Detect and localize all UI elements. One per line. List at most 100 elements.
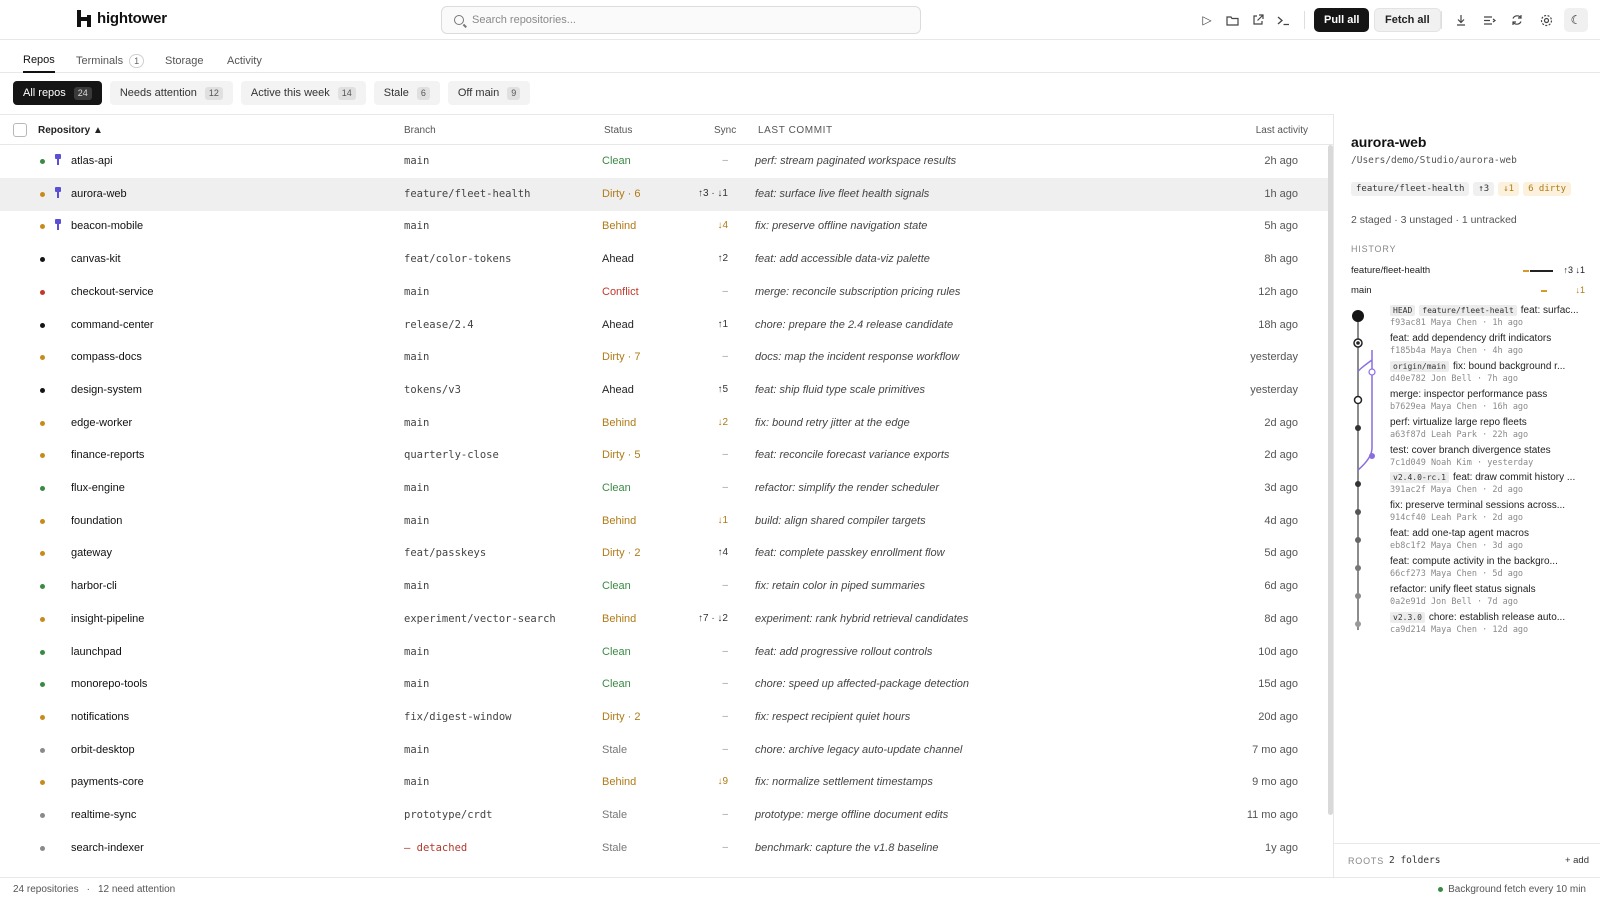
last-activity: yesterday — [1250, 351, 1298, 364]
commit-item[interactable]: perf: virtualize large repo fleets a63f87… — [1390, 417, 1590, 440]
search-box[interactable] — [441, 6, 921, 34]
filter-chip[interactable]: Off main 9 — [447, 81, 531, 105]
play-icon[interactable]: ▷ — [1199, 12, 1215, 28]
table-row[interactable]: notifications fix/digest-window Dirty · 2 –… — [0, 701, 1328, 734]
table-row[interactable]: monorepo-tools main Clean – chore: speed up … — [0, 668, 1328, 701]
repo-name[interactable]: notifications — [71, 711, 129, 723]
column-status[interactable]: Status — [604, 125, 632, 136]
pin-icon[interactable] — [54, 186, 62, 201]
commit-item[interactable]: origin/main fix: bound background r... d40… — [1390, 360, 1590, 384]
panel-change-counts: 2 staged · 3 unstaged · 1 untracked — [1351, 214, 1517, 226]
folder-icon[interactable] — [1224, 12, 1240, 28]
commit-item[interactable]: fix: preserve terminal sessions across..… — [1390, 500, 1590, 523]
repo-name[interactable]: monorepo-tools — [71, 678, 147, 690]
repo-name[interactable]: design-system — [71, 384, 142, 396]
history-branch-main[interactable]: main ↓1 — [1351, 285, 1585, 296]
commit-item[interactable]: refactor: unify fleet status signals 0a2e… — [1390, 584, 1590, 607]
external-link-icon[interactable] — [1250, 12, 1266, 28]
tab-terminals[interactable]: Terminals 1 — [76, 49, 145, 73]
commit-item[interactable]: merge: inspector performance pass b7629ea… — [1390, 389, 1590, 412]
table-row[interactable]: canvas-kit feat/color-tokens Ahead ↑2 feat: … — [0, 243, 1328, 276]
repo-name[interactable]: flux-engine — [71, 482, 125, 494]
pull-all-button[interactable]: Pull all — [1314, 8, 1370, 32]
repo-name[interactable]: edge-worker — [71, 417, 132, 429]
filter-chip[interactable]: Stale 6 — [373, 81, 440, 105]
table-row[interactable]: aurora-web feature/fleet-health Dirty · 6 ↑… — [0, 177, 1328, 211]
history-branch-feature[interactable]: feature/fleet-health ↑3 ↓1 — [1351, 265, 1585, 276]
repo-name[interactable]: realtime-sync — [71, 809, 136, 821]
repo-name[interactable]: atlas-api — [71, 155, 113, 167]
pin-icon[interactable] — [54, 154, 62, 168]
filter-chip[interactable]: All repos 24 — [13, 81, 102, 105]
terminal-icon[interactable] — [1275, 12, 1291, 28]
repo-name[interactable]: harbor-cli — [71, 580, 117, 592]
table-row[interactable]: design-system tokens/v3 Ahead ↑5 feat: ship … — [0, 374, 1328, 407]
repo-name[interactable]: gateway — [71, 547, 112, 559]
repo-name[interactable]: payments-core — [71, 776, 144, 788]
column-repository[interactable]: Repository ▲ — [38, 125, 103, 136]
table-row[interactable]: compass-docs main Dirty · 7 – docs: map the … — [0, 341, 1328, 374]
commit-item[interactable]: test: cover branch divergence states 7c1d… — [1390, 445, 1590, 468]
roots-value[interactable]: 2 folders — [1389, 855, 1440, 866]
filter-chip[interactable]: Active this week 14 — [240, 81, 366, 105]
attention-count[interactable]: 12 need attention — [98, 884, 175, 895]
tab-activity[interactable]: Activity — [227, 49, 262, 73]
column-last-activity[interactable]: Last activity — [1256, 125, 1308, 136]
repo-name[interactable]: foundation — [71, 515, 122, 527]
filter-chip[interactable]: Needs attention 12 — [109, 81, 233, 105]
repo-name[interactable]: search-indexer — [71, 842, 144, 854]
table-row[interactable]: orbit-desktop main Stale – chore: archive le… — [0, 734, 1328, 767]
table-row[interactable]: command-center release/2.4 Ahead ↑1 chore: p… — [0, 309, 1328, 342]
tab-repos[interactable]: Repos — [23, 49, 55, 73]
refresh-icon[interactable] — [1509, 12, 1525, 28]
download-icon[interactable] — [1453, 12, 1469, 28]
repo-name[interactable]: insight-pipeline — [71, 613, 144, 625]
last-commit-message: prototype: merge offline document edits — [755, 809, 949, 821]
select-all-checkbox[interactable] — [13, 123, 27, 137]
filter-count: 6 — [416, 86, 430, 100]
gear-icon[interactable] — [1538, 12, 1554, 28]
repo-name[interactable]: launchpad — [71, 646, 122, 658]
add-root-button[interactable]: + add — [1565, 855, 1589, 866]
table-row[interactable]: realtime-sync prototype/crdt Stale – prototy… — [0, 799, 1328, 832]
table-row[interactable]: launchpad main Clean – feat: add progressive… — [0, 636, 1328, 669]
table-row[interactable]: atlas-api main Clean – perf: stream paginate… — [0, 145, 1328, 178]
repo-name[interactable]: checkout-service — [71, 286, 154, 298]
list-icon[interactable] — [1481, 12, 1497, 28]
table-row[interactable]: foundation main Behind ↓1 build: align share… — [0, 505, 1328, 538]
table-row[interactable]: beacon-mobile main Behind ↓4 fix: preserve o… — [0, 210, 1328, 243]
commit-item[interactable]: HEAD feature/fleet-healt feat: surfac... f9… — [1390, 305, 1590, 328]
repo-name[interactable]: compass-docs — [71, 351, 142, 363]
column-last-commit[interactable]: LAST COMMIT — [758, 125, 833, 136]
commit-item[interactable]: v2.3.0 chore: establish release auto... ca… — [1390, 611, 1590, 635]
repo-name[interactable]: aurora-web — [71, 188, 127, 200]
table-row[interactable]: search-indexer — detached Stale – benchmark:… — [0, 832, 1328, 865]
table-row[interactable]: edge-worker main Behind ↓2 fix: bound retry … — [0, 407, 1328, 440]
fetch-all-button[interactable]: Fetch all — [1374, 8, 1441, 32]
repo-name[interactable]: orbit-desktop — [71, 744, 135, 756]
tab-storage[interactable]: Storage — [165, 49, 204, 73]
pin-icon[interactable] — [54, 219, 62, 233]
brand[interactable]: hightower — [77, 10, 167, 27]
repo-name[interactable]: canvas-kit — [71, 253, 121, 265]
table-row[interactable]: insight-pipeline experiment/vector-search… — [0, 603, 1328, 636]
search-input[interactable] — [472, 14, 892, 26]
repo-name[interactable]: command-center — [71, 319, 154, 331]
table-row[interactable]: gateway feat/passkeys Dirty · 2 ↑4 feat: com… — [0, 537, 1328, 570]
table-row[interactable]: payments-core main Behind ↓9 fix: normalize … — [0, 766, 1328, 799]
commit-item[interactable]: feat: add dependency drift indicators f18… — [1390, 333, 1590, 356]
repo-sync: ↑1 — [717, 318, 728, 330]
table-row[interactable]: harbor-cli main Clean – fix: retain color in… — [0, 570, 1328, 603]
repo-name[interactable]: beacon-mobile — [71, 220, 143, 232]
commit-item[interactable]: v2.4.0-rc.1 feat: draw commit history ...… — [1390, 472, 1590, 495]
commit-message-line: feat: compute activity in the backgro... — [1390, 556, 1590, 567]
column-branch[interactable]: Branch — [404, 125, 436, 136]
table-row[interactable]: checkout-service main Conflict – merge: reco… — [0, 276, 1328, 309]
table-row[interactable]: flux-engine main Clean – refactor: simplify … — [0, 472, 1328, 505]
column-sync[interactable]: Sync — [714, 125, 736, 136]
table-row[interactable]: finance-reports quarterly-close Dirty · 5 –… — [0, 439, 1328, 472]
repo-name[interactable]: finance-reports — [71, 449, 144, 461]
commit-item[interactable]: feat: compute activity in the backgro...… — [1390, 556, 1590, 579]
theme-toggle-button[interactable]: ☾ — [1564, 8, 1588, 32]
commit-item[interactable]: feat: add one-tap agent macros eb8c1f2 Ma… — [1390, 528, 1590, 551]
